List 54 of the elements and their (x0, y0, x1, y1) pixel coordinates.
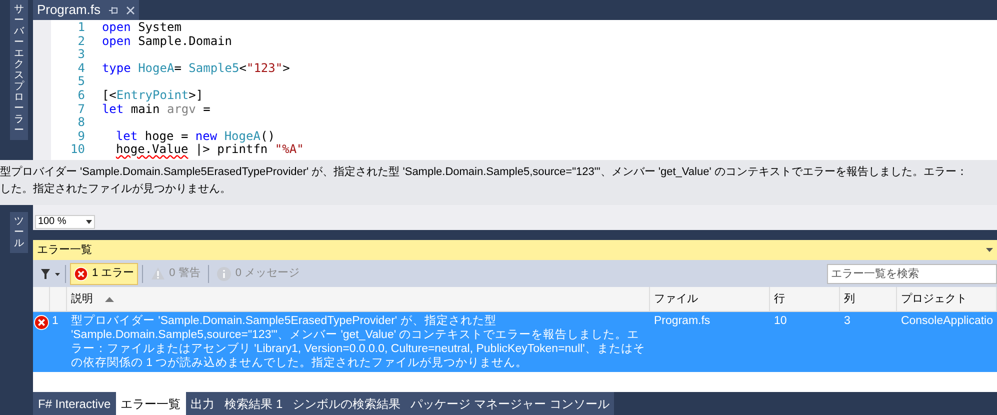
info-icon (217, 266, 232, 280)
line-number: 4 (76, 62, 86, 76)
line-number: 9 (76, 130, 86, 144)
bottom-tab[interactable]: シンボルの検索結果 (288, 392, 406, 415)
tooltip-text: 型プロバイダー 'Sample.Domain.Sample5ErasedTypeProvider' が、指定された型 'Sample.Domain.Sample5,source="123"'、メンバー 'get_Value' のコンテキストでエラーを報告しました。エラー： (0, 164, 968, 180)
line-number: 5 (76, 75, 86, 89)
filter-icon[interactable] (40, 268, 61, 278)
side-tab[interactable]: サーバーエクスプローラー (10, 0, 28, 140)
panel-title: エラー一覧 (36, 242, 92, 258)
column-header[interactable]: 行 (770, 287, 840, 311)
column-header[interactable]: 列 (840, 287, 897, 311)
side-tab[interactable]: ツール (10, 212, 28, 253)
file-cell-text: Program.fs (652, 314, 712, 328)
column-header[interactable]: 説明 (66, 287, 650, 311)
project-cell-text: ConsoleApplicatio (900, 314, 994, 328)
line-number: 7 (76, 102, 86, 116)
tooltip-text: した。指定されたファイルが見つかりません。 (0, 182, 231, 197)
caret-icon (86, 220, 92, 224)
bottom-tab[interactable]: パッケージ マネージャー コンソール (406, 392, 614, 415)
filter-toggle[interactable]: 1 エラー (70, 262, 138, 284)
description-cell-text: 型プロバイダー 'Sample.Domain.Sample5ErasedTypeProvider' が、指定された型 'Sample.Domain.Sample5,source="123"'、メンバー 'get_Value' のコンテキストでエラーを報告しました。エラー：ファイルまたはアセンブリ 'Library1, Version=0.0.0.0, Culture=neutral, PublicKeyToken=null'、またはその依存関係の 1 つが読み込めませんでした。指定されたファイルが見つかりません。 (70, 314, 646, 370)
line-number: 8 (76, 116, 86, 130)
zoom-dropdown[interactable]: 100 % (34, 214, 95, 228)
error-icon (74, 266, 88, 280)
search-field[interactable]: エラー一覧を検索 (827, 264, 997, 284)
code-line: let hoge = new HogeA() (114, 130, 275, 144)
code-line: type HogeA= Sample5<"123"> (102, 62, 290, 76)
code-line: let main argv = (102, 102, 210, 116)
warning-icon (151, 267, 166, 280)
error-row[interactable] (32, 312, 997, 372)
column-header[interactable]: ファイル (650, 287, 770, 311)
line-cell-text: 10 (772, 314, 788, 328)
bottom-tab[interactable]: F# Interactive (32, 392, 116, 415)
line-number: 2 (76, 34, 86, 48)
code-line: open System (102, 21, 182, 35)
code-line: open Sample.Domain (102, 34, 232, 48)
line-number: 10 (69, 143, 86, 157)
bottom-tab[interactable]: 出力 (186, 392, 220, 415)
close-icon[interactable] (126, 6, 135, 14)
error-icon (34, 315, 49, 330)
line-number: 3 (76, 48, 86, 62)
code-line: [<EntryPoint>] (102, 88, 204, 103)
dropdown-icon[interactable] (986, 248, 993, 252)
code-line: hoge.Value |> printfn "%A" (114, 143, 304, 157)
editor-tab[interactable]: Program.fs (32, 0, 139, 20)
bottom-tab[interactable]: エラー一覧 (116, 392, 186, 415)
pin-icon[interactable] (108, 6, 118, 14)
column-cell-text: 3 (842, 314, 852, 328)
bottom-tab[interactable]: 検索結果 1 (220, 392, 288, 415)
code-editor[interactable]: 1 open System 2 open Sample.Domain 3 4 type HogeA= Sample5<"123"> 5 6 [<EntryPoint>] 7 let main argv = 8 9 let hoge = new HogeA() 10 hoge.Value |> printfn "%A" (32, 20, 997, 160)
line-number: 6 (76, 88, 86, 103)
column-header[interactable]: プロジェクト (896, 287, 997, 311)
row-number: 1 (50, 314, 60, 329)
line-number: 1 (76, 21, 86, 35)
